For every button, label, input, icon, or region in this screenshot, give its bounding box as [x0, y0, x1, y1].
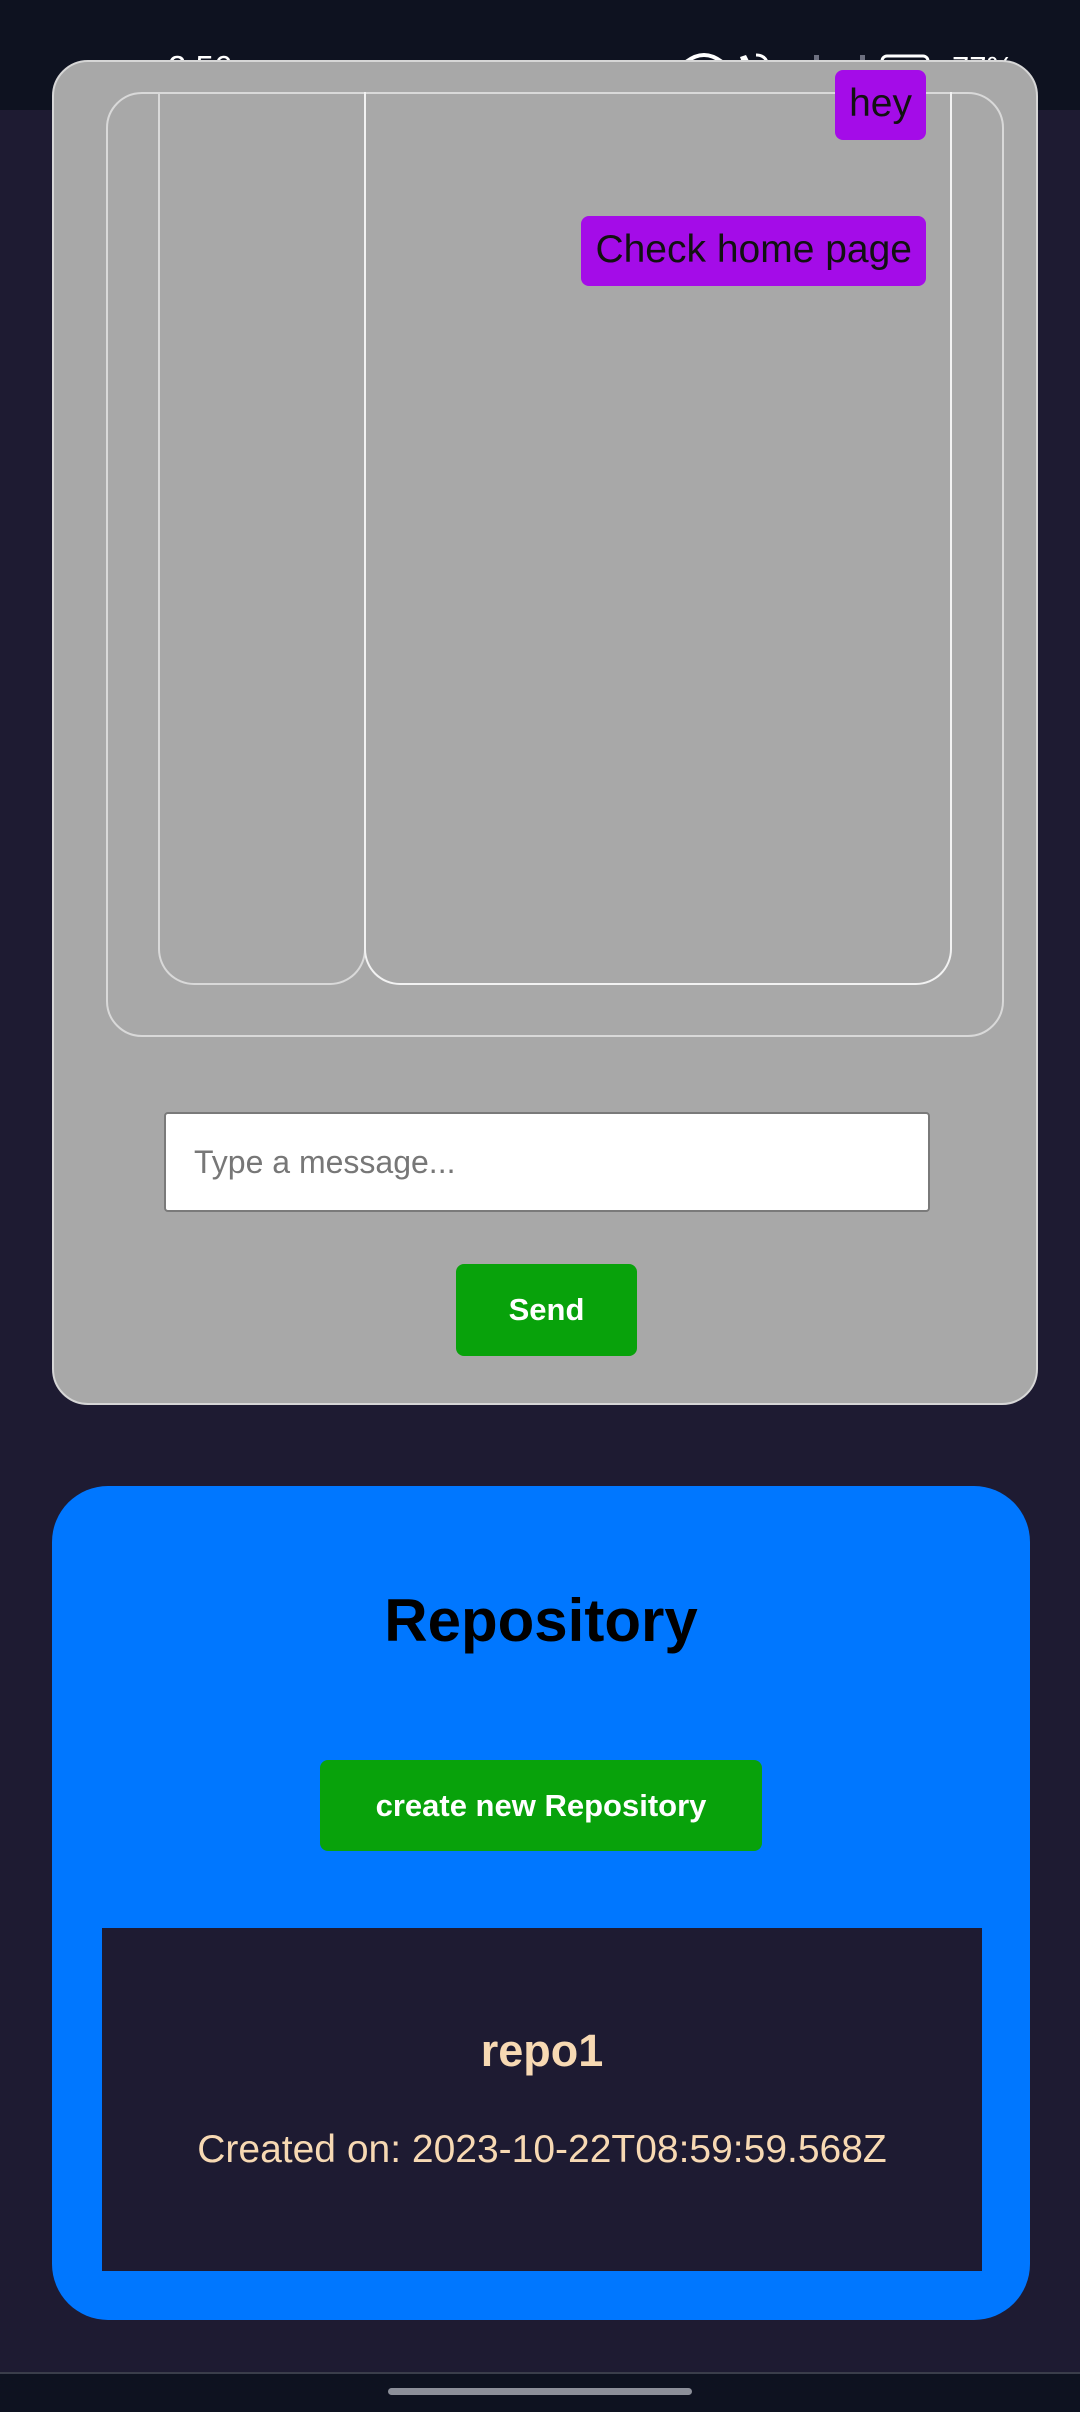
repository-name: repo1 — [480, 2025, 604, 2076]
home-indicator[interactable] — [388, 2388, 692, 2395]
repository-item[interactable]: repo1 Created on: 2023-10-22T08:59:59.56… — [102, 1928, 982, 2271]
chat-card: hey Check home page Send — [52, 60, 1038, 1405]
send-button[interactable]: Send — [456, 1264, 637, 1356]
message-input[interactable] — [164, 1112, 930, 1212]
navigation-bar — [0, 2372, 1080, 2412]
messages-panel[interactable]: hey Check home page — [364, 70, 952, 985]
repository-card: Repository create new Repository repo1 C… — [52, 1486, 1030, 2320]
repository-title: Repository — [384, 1587, 698, 1654]
create-repository-button[interactable]: create new Repository — [320, 1760, 762, 1851]
users-panel[interactable] — [158, 92, 366, 985]
message-bubble: Check home page — [581, 216, 926, 286]
message-bubble: hey — [835, 70, 926, 140]
repository-created-date: Created on: 2023-10-22T08:59:59.568Z — [197, 2128, 887, 2171]
